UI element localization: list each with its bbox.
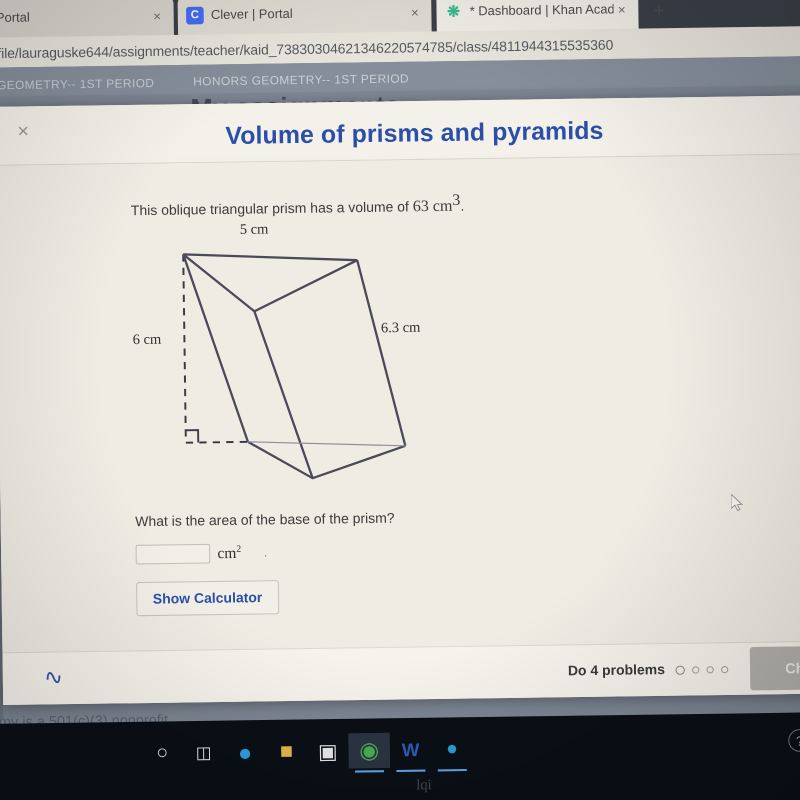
khan-leaf-icon: ❋ <box>446 3 461 21</box>
tab-title: * Dashboard | Khan Academy <box>469 1 614 19</box>
question-text: What is the area of the base of the pris… <box>135 510 395 530</box>
chrome-icon[interactable]: ◉ <box>348 732 391 769</box>
tab-title: Clever | Portal <box>210 6 293 23</box>
trailing-mark: . <box>263 546 268 560</box>
answer-unit-exponent: 2 <box>236 543 242 555</box>
scratchpad-pencil-icon[interactable]: ∿ <box>33 659 73 696</box>
progress-dot-1 <box>675 665 685 675</box>
label-height: 6 cm <box>132 332 162 349</box>
skype-icon[interactable]: ● <box>431 732 473 768</box>
taskbar-blur-text: lqi <box>416 777 432 794</box>
cortana-icon[interactable]: ○ <box>141 736 183 772</box>
microsoft-store-icon[interactable]: ▣ <box>307 733 349 769</box>
prompt-text-after: . <box>460 198 465 214</box>
bottom-hidden-edge <box>247 441 406 447</box>
word-icon[interactable]: W <box>390 732 432 768</box>
taskbar-icons: ○ ◫ ● ■ ▣ ◉ W ● <box>141 732 473 772</box>
screenshot-root: C Clever | Portal × C Clever | Portal × … <box>0 0 800 800</box>
exercise-content: This oblique triangular prism has a volu… <box>0 154 800 653</box>
answer-input[interactable] <box>135 543 211 565</box>
base-dashed-line <box>185 440 248 444</box>
height-dashed-line <box>182 254 187 443</box>
answer-row: cm2 . <box>135 543 268 565</box>
browser-tab-2[interactable]: C Clever | Portal × <box>177 0 432 37</box>
task-view-icon[interactable]: ◫ <box>183 735 225 771</box>
tab-close-icon[interactable]: × <box>613 1 630 17</box>
problem-prompt: This oblique triangular prism has a volu… <box>131 191 465 220</box>
progress-dot-2 <box>692 666 700 674</box>
clever-c-icon: C <box>185 6 204 24</box>
check-button[interactable]: Check <box>749 645 800 691</box>
help-circle-icon[interactable]: ? <box>788 728 800 753</box>
tab-title: Clever | Portal <box>0 10 30 26</box>
progress-dots <box>675 665 729 675</box>
prompt-text-before: This oblique triangular prism has a volu… <box>130 198 413 219</box>
edge-icon[interactable]: ● <box>224 735 266 771</box>
exercise-footer: ∿ Do 4 problems Check <box>2 640 800 706</box>
prism-svg <box>182 253 407 480</box>
show-calculator-button[interactable]: Show Calculator <box>136 580 280 617</box>
prism-figure: 5 cm 6 cm 6.3 cm <box>131 218 549 493</box>
right-angle-marker <box>185 429 200 443</box>
top-face <box>182 253 358 313</box>
tab-close-icon[interactable]: × <box>406 4 423 20</box>
progress-dot-3 <box>706 666 714 674</box>
prompt-volume-value: 63 <box>412 197 429 216</box>
url-text: profile/lauraguske644/assignments/teache… <box>0 36 614 62</box>
progress-dot-4 <box>721 665 729 674</box>
progress-label: Do 4 problems <box>567 661 666 679</box>
middle-edge <box>253 310 314 479</box>
windows-taskbar: ○ ◫ ● ■ ▣ ◉ W ● ? lqi <box>0 711 800 800</box>
left-edge <box>182 253 250 443</box>
right-edge <box>356 259 407 447</box>
label-top-edge: 5 cm <box>239 222 269 239</box>
label-slant-edge: 6.3 cm <box>380 320 421 337</box>
file-explorer-icon[interactable]: ■ <box>265 734 307 770</box>
photo-frame: C Clever | Portal × C Clever | Portal × … <box>0 0 800 800</box>
exercise-modal: × Volume of prisms and pyramids This obl… <box>0 95 800 706</box>
new-tab-button[interactable]: + <box>645 0 672 25</box>
prompt-unit: cm <box>432 197 453 216</box>
answer-unit: cm2 <box>217 543 242 562</box>
mouse-pointer <box>731 493 744 512</box>
browser-tab-1[interactable]: C Clever | Portal × <box>0 0 174 40</box>
browser-tab-3-active[interactable]: ❋ * Dashboard | Khan Academy × <box>436 0 639 33</box>
tab-close-icon[interactable]: × <box>149 8 166 24</box>
